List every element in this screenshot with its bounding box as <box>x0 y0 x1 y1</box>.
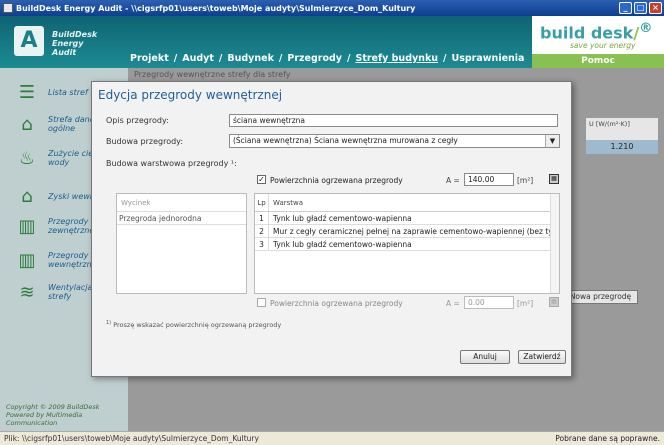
list-icon: ☰ <box>18 81 36 103</box>
close-window-button[interactable]: × <box>649 2 662 14</box>
edit-partition-dialog: Edycja przegrody wewnętrznej Opis przegr… <box>91 81 572 377</box>
variant-item[interactable]: Przegroda jednorodna <box>117 212 246 225</box>
calculator-icon[interactable]: ▦ <box>549 174 559 184</box>
brand-box: build desk/® save your energy <box>532 16 664 54</box>
area-a-label-2: A = <box>446 299 460 308</box>
sidebar-item-lista-stref[interactable]: ☰ Lista stref <box>14 82 88 102</box>
nav-separator: / <box>173 53 178 64</box>
nav-separator: / <box>218 53 223 64</box>
logo-text: BuildDesk Energy Audit <box>52 30 98 57</box>
layers-header: Lp Warstwa <box>255 194 559 212</box>
main-nav: Projekt / Audyt / Budynek / Przegrody / … <box>130 53 524 64</box>
wall-icon: ▥ <box>18 215 36 237</box>
description-input[interactable]: ściana wewnętrzna <box>229 114 558 127</box>
status-message: Pobrane dane są poprawne. <box>555 434 660 443</box>
water-icon: ♨ <box>18 147 36 169</box>
nav-separator: / <box>347 53 351 64</box>
area-unit-1: [m²] <box>517 176 534 185</box>
layers-scrollbar[interactable] <box>550 194 559 293</box>
construction-select[interactable]: (Ściana wewnętrzna) Ściana wewnętrzna mu… <box>229 134 560 148</box>
brand-tagline: save your energy <box>570 41 636 50</box>
layers-table: Lp Warstwa 1 Tynk lub gładź cementowo-wa… <box>254 193 560 294</box>
nav-projekt[interactable]: Projekt <box>130 53 169 64</box>
u-header: U [W/(m²·K)] <box>586 118 658 140</box>
nav-przegrody[interactable]: Przegrody <box>287 53 342 64</box>
minimize-button[interactable]: _ <box>619 2 632 14</box>
window-title: BuildDesk Energy Audit - \\cigsrfp01\use… <box>16 3 416 13</box>
layer-row[interactable]: 2 Mur z cegły ceramicznej pełnej na zapr… <box>255 225 559 238</box>
area-unit-2: [m²] <box>517 299 534 308</box>
description-label: Opis przegrody: <box>106 116 169 125</box>
brand-logo: build desk/® <box>540 21 653 43</box>
copyright: Copyright © 2009 BuildDesk Powered by Mu… <box>6 403 100 427</box>
heated-area-checkbox-2[interactable] <box>257 298 266 307</box>
zone-partitions-label: Przegrody wewnętrzne strefy dla strefy <box>134 70 291 79</box>
dialog-title: Edycja przegrody wewnętrznej <box>98 88 283 102</box>
house-icon: ⌂ <box>21 113 33 135</box>
calculator-icon-disabled[interactable]: ▦ <box>549 297 559 307</box>
nav-audyt[interactable]: Audyt <box>182 53 214 64</box>
nav-budynek[interactable]: Budynek <box>227 53 274 64</box>
heated-area-label-1: Powierzchnia ogrzewana przegrody <box>270 176 403 185</box>
variant-list: Wycinek Przegroda jednorodna <box>116 193 247 294</box>
nav-usprawnienia[interactable]: Usprawnienia <box>452 53 525 64</box>
nav-separator: / <box>443 53 447 64</box>
variant-header: Wycinek <box>117 194 246 212</box>
heated-area-input-2[interactable]: 0.00 <box>464 296 514 309</box>
layer-row[interactable]: 3 Tynk lub gładź cementowo-wapienna <box>255 238 559 251</box>
layer-row[interactable]: 1 Tynk lub gładź cementowo-wapienna <box>255 212 559 225</box>
inner-wall-icon: ▥ <box>18 249 36 271</box>
u-value[interactable]: 1.210 <box>586 140 658 154</box>
help-button[interactable]: Pomoc <box>532 54 664 68</box>
heated-area-label-2: Powierzchnia ogrzewana przegrody <box>270 299 403 308</box>
window-titlebar: BuildDesk Energy Audit - \\cigsrfp01\use… <box>0 0 664 16</box>
app-header: A BuildDesk Energy Audit Projekt / Audyt… <box>0 16 664 68</box>
construction-label: Budowa przegrody: <box>106 137 184 146</box>
nav-separator: / <box>278 53 283 64</box>
ventilation-icon: ≋ <box>19 281 35 303</box>
confirm-button[interactable]: Zatwierdź <box>518 350 566 364</box>
gains-icon: ⌂ <box>21 185 33 207</box>
layers-label: Budowa warstwowa przegrody ¹: <box>106 159 237 168</box>
app-logo-icon: A <box>14 26 44 56</box>
status-path: Plik: \\cigsrfp01\users\toweb\Moje audyt… <box>4 434 259 443</box>
footnote: 1) Proszę wskazać powierzchnię ogrzewaną… <box>106 320 282 330</box>
app-icon <box>3 3 13 13</box>
maximize-button[interactable]: □ <box>634 2 647 14</box>
chevron-down-icon[interactable]: ▼ <box>545 135 559 147</box>
heated-area-input-1[interactable]: 140.00 <box>464 173 514 186</box>
nav-strefy-budynku[interactable]: Strefy budynku <box>355 53 438 64</box>
new-partition-button[interactable]: Nowa przegrodę <box>563 290 638 304</box>
u-value-column: U [W/(m²·K)] 1.210 <box>586 118 658 154</box>
cancel-button[interactable]: Anuluj <box>460 350 510 364</box>
area-a-label-1: A = <box>446 176 460 185</box>
heated-area-checkbox-1[interactable]: ✓ <box>257 175 266 184</box>
status-bar: Plik: \\cigsrfp01\users\toweb\Moje audyt… <box>0 431 664 445</box>
